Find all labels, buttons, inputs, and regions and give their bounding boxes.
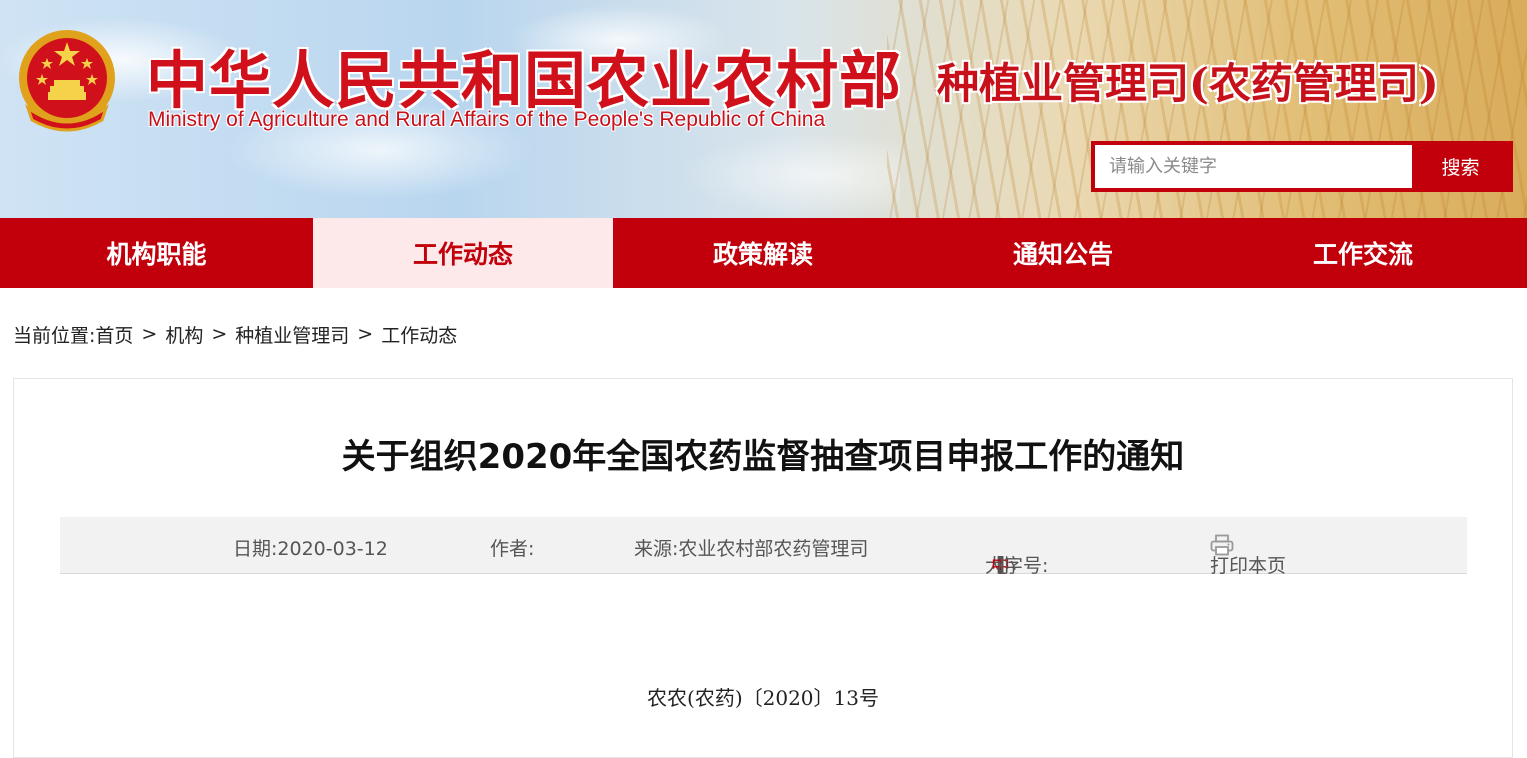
- breadcrumb: 当前位置: 首页 > 机构 > 种植业管理司 > 工作动态: [13, 320, 457, 348]
- nav-item-work-updates[interactable]: 工作动态: [313, 218, 613, 288]
- breadcrumb-item-organization[interactable]: 机构: [165, 321, 203, 348]
- document-number: 农农(农药)〔2020〕13号: [647, 686, 879, 710]
- national-emblem-icon: [19, 30, 115, 132]
- search-bar: 搜索: [1091, 141, 1513, 192]
- nav-item-organization-functions[interactable]: 机构职能: [0, 218, 313, 288]
- breadcrumb-separator: >: [357, 323, 374, 345]
- article-source: 来源:农业农村部农药管理司: [634, 538, 869, 560]
- nav-item-work-exchange[interactable]: 工作交流: [1213, 218, 1513, 288]
- site-header-banner: 中华人民共和国农业农村部 Ministry of Agriculture and…: [0, 0, 1527, 218]
- breadcrumb-item-home[interactable]: 首页: [95, 321, 133, 348]
- breadcrumb-item-department[interactable]: 种植业管理司: [235, 321, 349, 348]
- article-date: 日期:2020-03-12: [233, 538, 388, 560]
- site-title-english: Ministry of Agriculture and Rural Affair…: [148, 108, 826, 131]
- search-input[interactable]: [1095, 145, 1412, 188]
- nav-item-notices[interactable]: 通知公告: [913, 218, 1213, 288]
- article-meta-bar: 日期:2020-03-12 作者: 来源:农业农村部农药管理司 【字号: 大 中 …: [60, 517, 1467, 577]
- site-title-chinese: 中华人民共和国农业农村部: [146, 44, 903, 117]
- breadcrumb-separator: >: [141, 323, 158, 345]
- nav-item-policy-interpretation[interactable]: 政策解读: [613, 218, 913, 288]
- search-button[interactable]: 搜索: [1412, 145, 1509, 188]
- breadcrumb-prefix: 当前位置:: [13, 324, 96, 347]
- breadcrumb-separator: >: [211, 323, 228, 345]
- article-container: 关于组织2020年全国农药监督抽查项目申报工作的通知 日期:2020-03-12…: [13, 378, 1513, 758]
- print-page-link[interactable]: 打印本页: [1210, 534, 1286, 577]
- print-page-label: 打印本页: [1210, 555, 1287, 577]
- article-author: 作者:: [490, 538, 535, 560]
- font-size-suffix: 】: [997, 555, 1017, 577]
- main-nav: 机构职能 工作动态 政策解读 通知公告 工作交流: [0, 218, 1527, 288]
- department-title: 种植业管理司(农药管理司): [937, 59, 1439, 108]
- breadcrumb-item-work-updates[interactable]: 工作动态: [381, 321, 457, 348]
- font-size-selector: 【字号: 大 中 小】: [985, 534, 1048, 577]
- article-title: 关于组织2020年全国农药监督抽查项目申报工作的通知: [341, 437, 1185, 477]
